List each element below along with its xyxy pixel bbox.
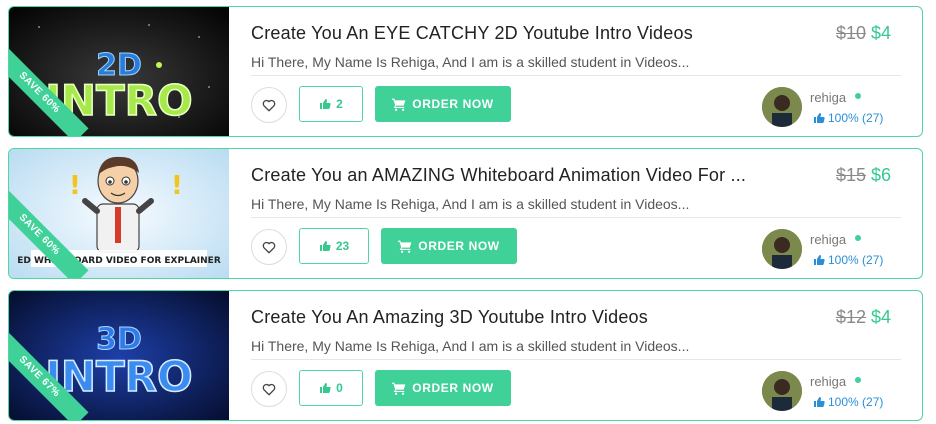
seller-rating: 100% (27) — [813, 395, 883, 409]
order-now-button[interactable]: ORDER NOW — [375, 86, 511, 122]
seller-name[interactable]: rehiga — [810, 374, 846, 389]
svg-text:!: ! — [69, 171, 81, 201]
order-now-button[interactable]: ORDER NOW — [375, 370, 511, 406]
cart-icon — [392, 98, 406, 111]
seller-rating: 100% (27) — [813, 111, 883, 125]
gig-card[interactable]: 2D INTRO SAVE 60% Create You An EYE CATC… — [8, 6, 923, 137]
favorite-button[interactable] — [251, 371, 287, 407]
rating-value: 100% (27) — [828, 253, 884, 267]
gig-title[interactable]: Create You An EYE CATCHY 2D Youtube Intr… — [251, 23, 693, 44]
online-status-dot — [855, 377, 861, 383]
thumbs-up-icon — [319, 241, 331, 251]
thumbs-up-icon — [320, 383, 331, 393]
rating-value: 100% (27) — [828, 395, 884, 409]
order-now-label: ORDER NOW — [412, 97, 494, 111]
avatar[interactable] — [762, 87, 802, 127]
new-price: $6 — [871, 165, 892, 185]
gig-title[interactable]: Create You An Amazing 3D Youtube Intro V… — [251, 307, 648, 328]
thumbs-up-icon — [814, 397, 825, 407]
like-button[interactable]: 23 — [299, 228, 369, 264]
gig-title[interactable]: Create You an AMAZING Whiteboard Animati… — [251, 165, 746, 186]
heart-icon — [262, 383, 276, 395]
online-status-dot — [855, 235, 861, 241]
new-price: $4 — [871, 307, 892, 327]
gig-description: Hi There, My Name Is Rehiga, And I am is… — [251, 54, 690, 70]
avatar[interactable] — [762, 229, 802, 269]
cart-icon — [392, 382, 406, 395]
old-price: $10 — [836, 23, 867, 43]
heart-icon — [262, 241, 276, 253]
divider — [251, 75, 901, 76]
like-count: 0 — [336, 381, 343, 395]
favorite-button[interactable] — [251, 229, 287, 265]
favorite-button[interactable] — [251, 87, 287, 123]
gig-card[interactable]: ! ! ED WHITEBOARD VIDEO FOR EXPLAINER SA… — [8, 148, 923, 279]
heart-icon — [262, 99, 276, 111]
order-now-button[interactable]: ORDER NOW — [381, 228, 517, 264]
online-status-dot — [855, 93, 861, 99]
seller-name[interactable]: rehiga — [810, 232, 846, 247]
gig-thumbnail[interactable]: 2D INTRO SAVE 60% — [9, 7, 229, 136]
gig-thumbnail[interactable]: ! ! ED WHITEBOARD VIDEO FOR EXPLAINER SA… — [9, 149, 229, 278]
gig-card[interactable]: 3D INTRO SAVE 67% Create You An Amazing … — [8, 290, 923, 421]
divider — [251, 359, 901, 360]
seller-name[interactable]: rehiga — [810, 90, 846, 105]
gig-description: Hi There, My Name Is Rehiga, And I am is… — [251, 196, 690, 212]
order-now-label: ORDER NOW — [418, 239, 500, 253]
svg-text:!: ! — [171, 171, 183, 201]
divider — [251, 217, 901, 218]
new-price: $4 — [871, 23, 892, 43]
like-count: 23 — [335, 239, 350, 253]
rating-value: 100% (27) — [828, 111, 884, 125]
old-price: $12 — [836, 307, 867, 327]
seller-rating: 100% (27) — [813, 253, 883, 267]
order-now-label: ORDER NOW — [412, 381, 494, 395]
thumbs-up-icon — [814, 255, 825, 265]
like-button[interactable]: 0 — [299, 370, 363, 406]
thumbs-up-icon — [814, 113, 825, 123]
cart-icon — [398, 240, 412, 253]
gig-thumbnail[interactable]: 3D INTRO SAVE 67% — [9, 291, 229, 420]
gig-description: Hi There, My Name Is Rehiga, And I am is… — [251, 338, 690, 354]
like-count: 2 — [336, 97, 343, 111]
like-button[interactable]: 2 — [299, 86, 363, 122]
thumbs-up-icon — [320, 99, 331, 109]
avatar[interactable] — [762, 371, 802, 411]
old-price: $15 — [836, 165, 867, 185]
